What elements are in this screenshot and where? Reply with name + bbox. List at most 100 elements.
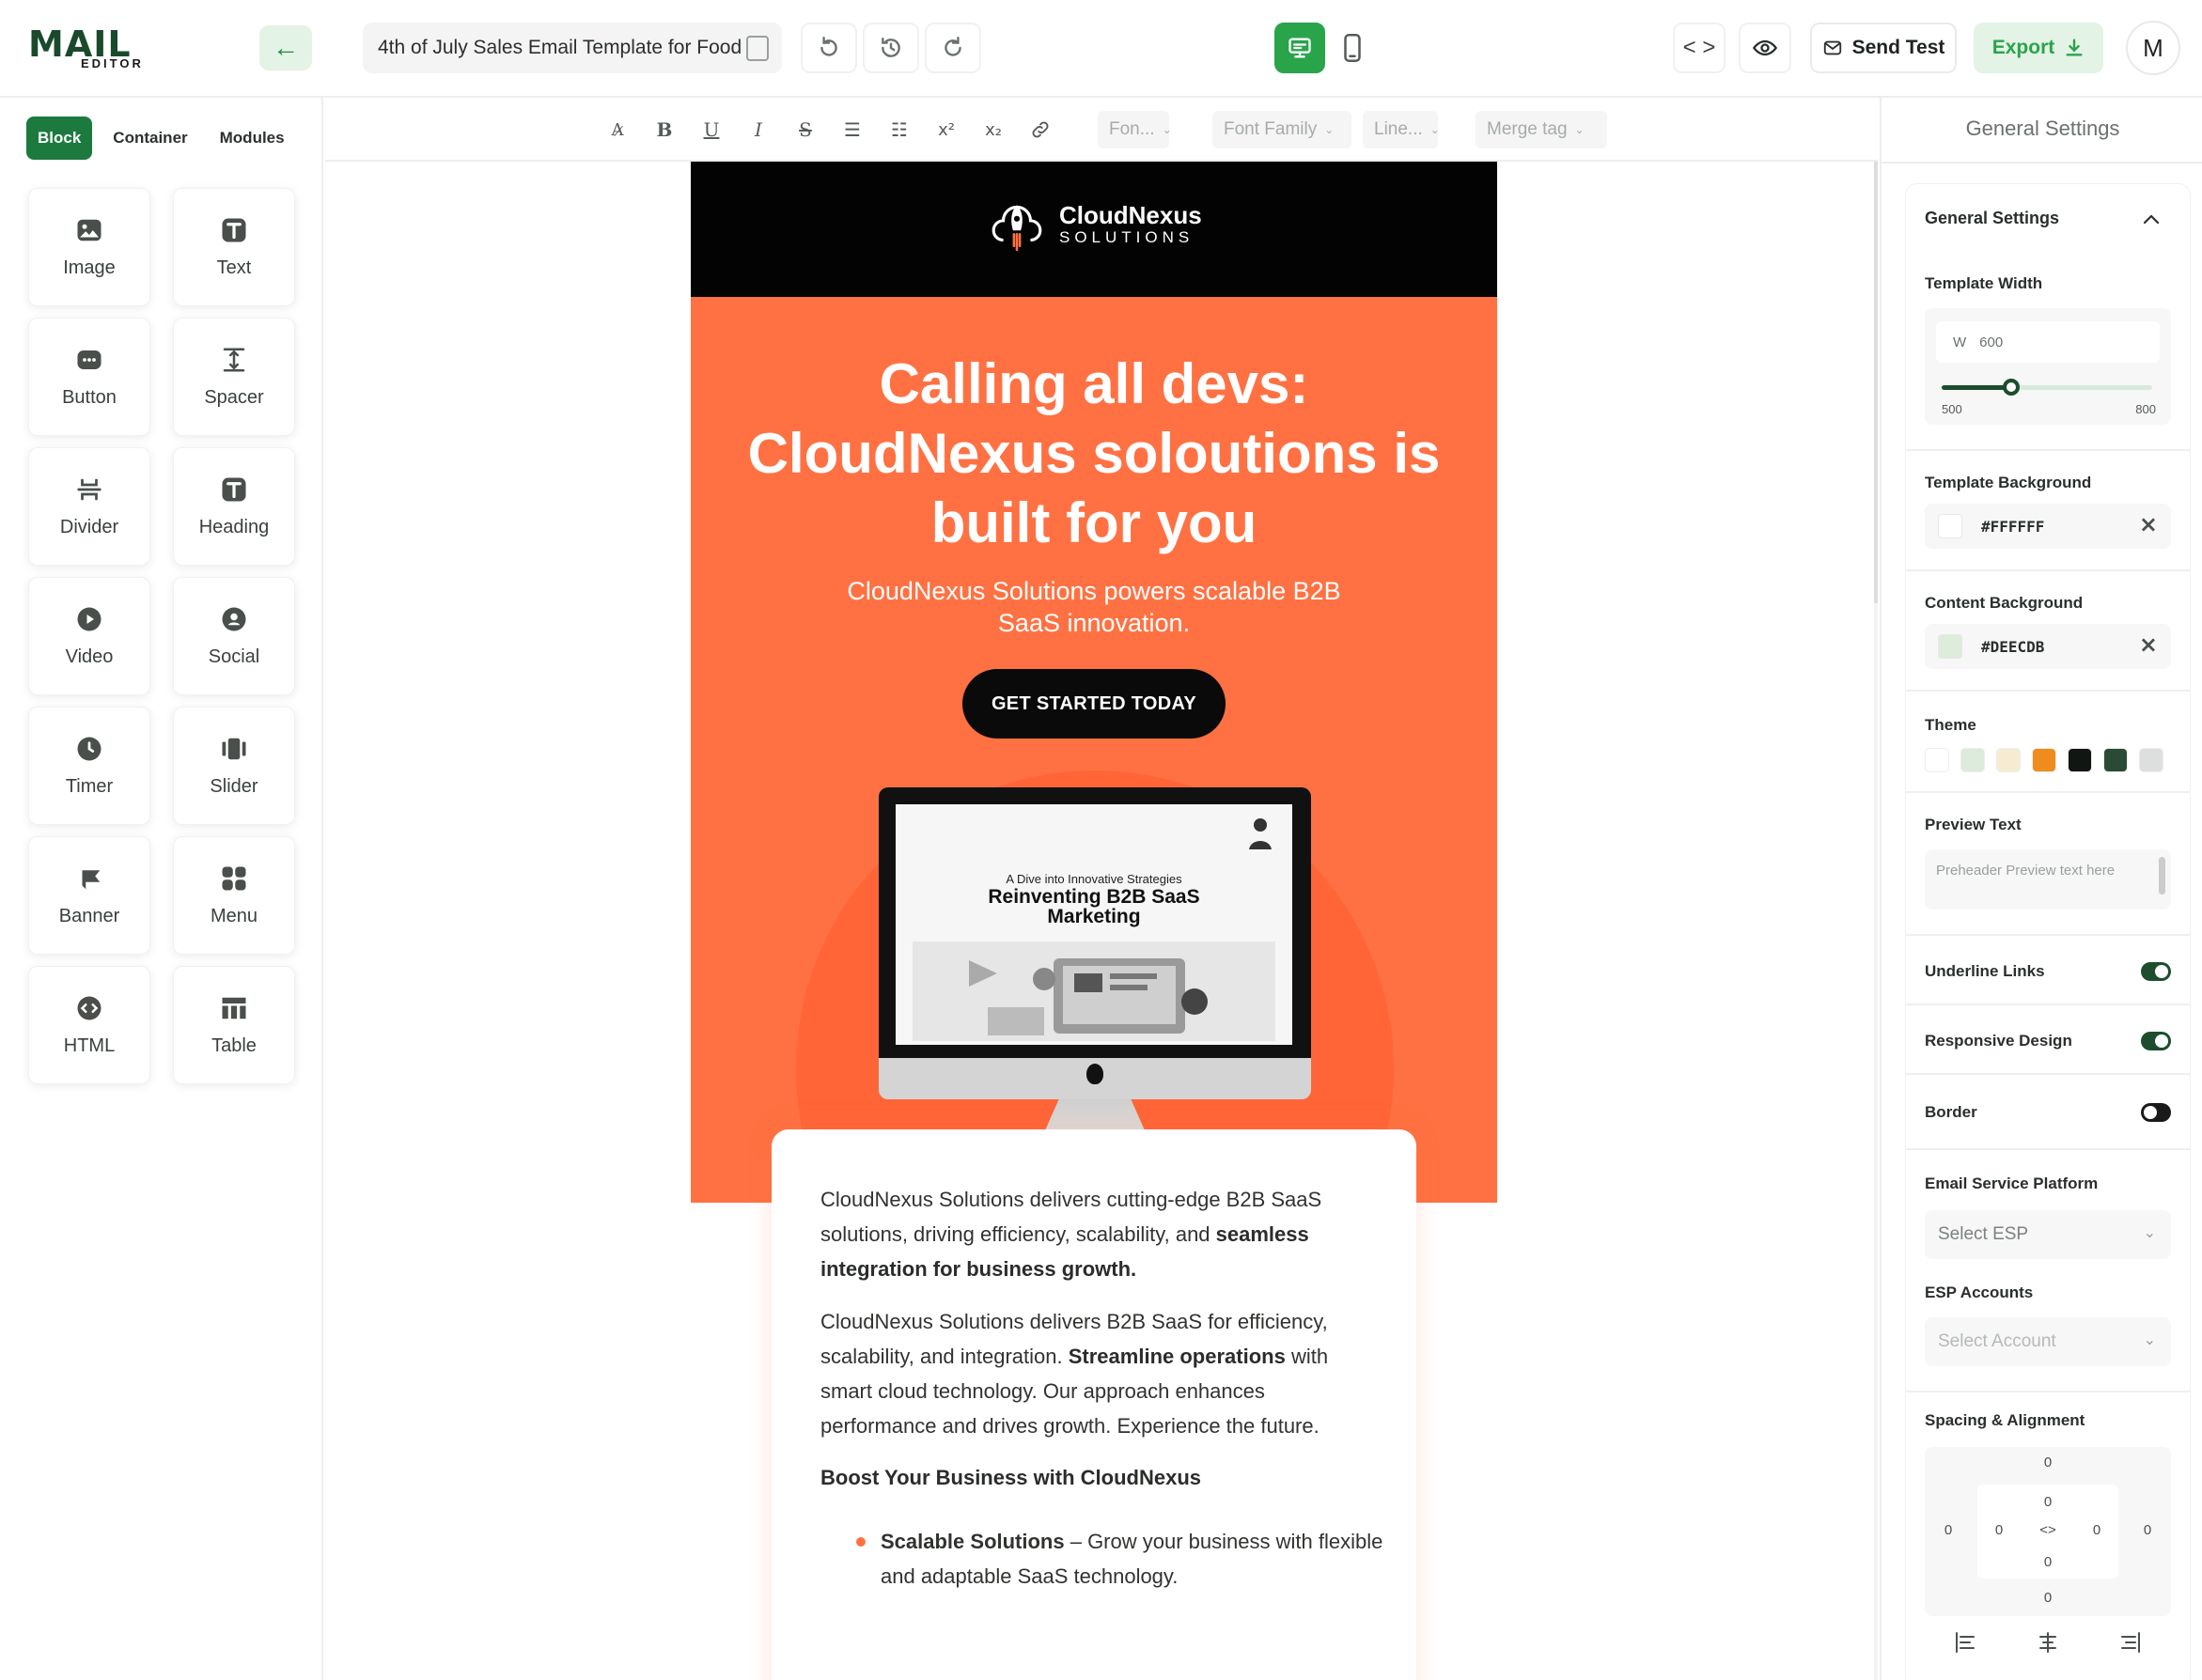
send-test-button[interactable]: Send Test (1810, 23, 1957, 73)
margin-top-input[interactable]: 0 (2034, 1454, 2062, 1470)
block-button[interactable]: Button (28, 318, 150, 436)
underline-links-toggle[interactable] (2141, 962, 2171, 981)
bold-button[interactable]: B (641, 109, 688, 150)
numbered-list-button[interactable]: ☷ (876, 109, 923, 150)
tab-block[interactable]: Block (26, 117, 93, 160)
content-card[interactable]: CloudNexus Solutions delivers cutting-ed… (772, 1129, 1416, 1680)
mail-editor-logo[interactable]: MAIL EDITOR (28, 26, 145, 70)
email-header[interactable]: CloudNexus SOLUTIONS (691, 162, 1497, 297)
line-height-dropdown[interactable]: Line... ⌄ (1363, 111, 1440, 148)
text-style-button[interactable]: A̷ (594, 109, 641, 150)
tab-modules[interactable]: Modules (208, 117, 296, 160)
email-hero[interactable]: Calling all devs: CloudNexus soloutions … (691, 297, 1497, 1203)
block-image[interactable]: Image (28, 188, 150, 306)
block-video[interactable]: Video (28, 577, 150, 695)
monitor-image[interactable]: A Dive into Innovative Strategies Reinve… (879, 787, 1311, 1086)
align-right-icon[interactable] (2117, 1631, 2142, 1654)
template-width-control: W 600 500 800 (1925, 308, 2171, 425)
mobile-view-button[interactable] (1329, 23, 1376, 73)
boost-subheading[interactable]: Boost Your Business with CloudNexus (820, 1466, 1201, 1490)
margin-right-input[interactable]: 0 (2133, 1522, 2162, 1538)
padding-bottom-input[interactable]: 0 (2034, 1554, 2062, 1570)
block-divider[interactable]: Divider (28, 447, 150, 566)
get-started-button[interactable]: GET STARTED TODAY (962, 669, 1226, 739)
theme-swatch-7[interactable] (2139, 748, 2163, 772)
block-heading[interactable]: Heading (173, 447, 295, 566)
strikethrough-button[interactable]: S (782, 109, 829, 150)
margin-left-input[interactable]: 0 (1934, 1522, 1962, 1538)
bullet-dot-icon (856, 1537, 866, 1547)
align-center-icon[interactable] (2036, 1631, 2060, 1654)
hero-subtitle[interactable]: CloudNexus Solutions powers scalable B2B… (832, 575, 1356, 639)
block-table[interactable]: Table (173, 966, 295, 1084)
bullet-list-button[interactable]: ☰ (829, 109, 876, 150)
block-spacer[interactable]: Spacer (173, 318, 295, 436)
block-banner[interactable]: Banner (28, 836, 150, 955)
template-title-field[interactable]: 4th of July Sales Email Template for Foo… (363, 23, 782, 73)
block-timer[interactable]: Timer (28, 707, 150, 825)
preview-button[interactable] (1739, 23, 1791, 73)
block-menu[interactable]: Menu (173, 836, 295, 955)
merge-tag-dropdown[interactable]: Merge tag ⌄ (1476, 111, 1607, 148)
template-background-field[interactable]: #FFFFFF × (1925, 504, 2171, 549)
laptop-icon (913, 941, 1275, 1041)
user-avatar[interactable]: M (2126, 21, 2180, 75)
email-canvas[interactable]: CloudNexus SOLUTIONS Calling all devs: C… (325, 162, 1878, 1680)
padding-left-input[interactable]: 0 (1985, 1522, 2013, 1538)
clear-icon[interactable]: × (2139, 631, 2158, 658)
theme-swatch-6[interactable] (2103, 748, 2128, 772)
width-input[interactable]: W 600 (1936, 321, 2160, 363)
select-esp-dropdown[interactable]: Select ESP ⌄ (1925, 1210, 2171, 1259)
responsive-design-toggle[interactable] (2141, 1032, 2171, 1050)
content-background-field[interactable]: #DEECDB × (1925, 624, 2171, 669)
preview-text-scrollbar[interactable] (2159, 857, 2165, 894)
margin-bottom-input[interactable]: 0 (2034, 1590, 2062, 1606)
font-family-dropdown[interactable]: Font Family ⌄ (1212, 111, 1351, 148)
italic-button[interactable]: I (735, 109, 782, 150)
border-toggle[interactable] (2141, 1103, 2171, 1122)
bullet-item[interactable]: Scalable Solutions – Grow your business … (820, 1524, 1384, 1594)
padding-right-input[interactable]: 0 (2083, 1522, 2111, 1538)
hero-title[interactable]: Calling all devs: CloudNexus soloutions … (728, 350, 1460, 558)
undo-button[interactable] (801, 23, 857, 73)
width-slider-handle[interactable] (2002, 379, 2020, 396)
email-template[interactable]: CloudNexus SOLUTIONS Calling all devs: C… (691, 162, 1497, 1680)
theme-swatch-4[interactable] (2032, 748, 2056, 772)
redo-button[interactable] (925, 23, 981, 73)
desktop-view-button[interactable] (1274, 23, 1325, 73)
width-max: 800 (2135, 402, 2156, 416)
template-background-swatch[interactable] (1938, 514, 1962, 538)
chevron-up-icon[interactable] (2141, 210, 2162, 227)
block-slider[interactable]: Slider (173, 707, 295, 825)
paragraph-1[interactable]: CloudNexus Solutions delivers cutting-ed… (820, 1182, 1384, 1286)
document-icon[interactable] (746, 36, 769, 61)
code-view-button[interactable]: < > (1673, 23, 1726, 73)
content-background-swatch[interactable] (1938, 634, 1962, 659)
theme-swatch-1[interactable] (1925, 748, 1949, 772)
block-text[interactable]: Text (173, 188, 295, 306)
paragraph-2[interactable]: CloudNexus Solutions delivers B2B SaaS f… (820, 1304, 1384, 1443)
general-settings-heading[interactable]: General Settings (1925, 209, 2059, 228)
block-html[interactable]: HTML (28, 966, 150, 1084)
theme-swatch-5[interactable] (2068, 748, 2092, 772)
theme-swatch-3[interactable] (1996, 748, 2021, 772)
back-button[interactable]: ← (259, 25, 312, 70)
link-spacing-icon[interactable]: <> (2034, 1522, 2062, 1538)
underline-button[interactable]: U (688, 109, 735, 150)
link-button[interactable] (1017, 109, 1064, 150)
font-size-dropdown[interactable]: Fon... ⌄ (1098, 111, 1172, 148)
brand-logo[interactable]: CloudNexus SOLUTIONS (988, 195, 1202, 254)
history-button[interactable] (863, 23, 919, 73)
clear-icon[interactable]: × (2139, 511, 2158, 537)
block-social[interactable]: Social (173, 577, 295, 695)
superscript-button[interactable]: x² (923, 109, 970, 150)
align-left-icon[interactable] (1954, 1631, 1978, 1654)
subscript-button[interactable]: x₂ (970, 109, 1017, 150)
canvas-scrollbar-thumb[interactable] (1874, 162, 1878, 603)
theme-swatch-2[interactable] (1960, 748, 1985, 772)
padding-top-input[interactable]: 0 (2034, 1494, 2062, 1510)
select-account-dropdown[interactable]: Select Account ⌄ (1925, 1317, 2171, 1366)
tab-container[interactable]: Container (102, 117, 199, 160)
preview-text-input[interactable]: Preheader Preview text here (1925, 849, 2171, 910)
export-button[interactable]: Export (1974, 23, 2103, 73)
